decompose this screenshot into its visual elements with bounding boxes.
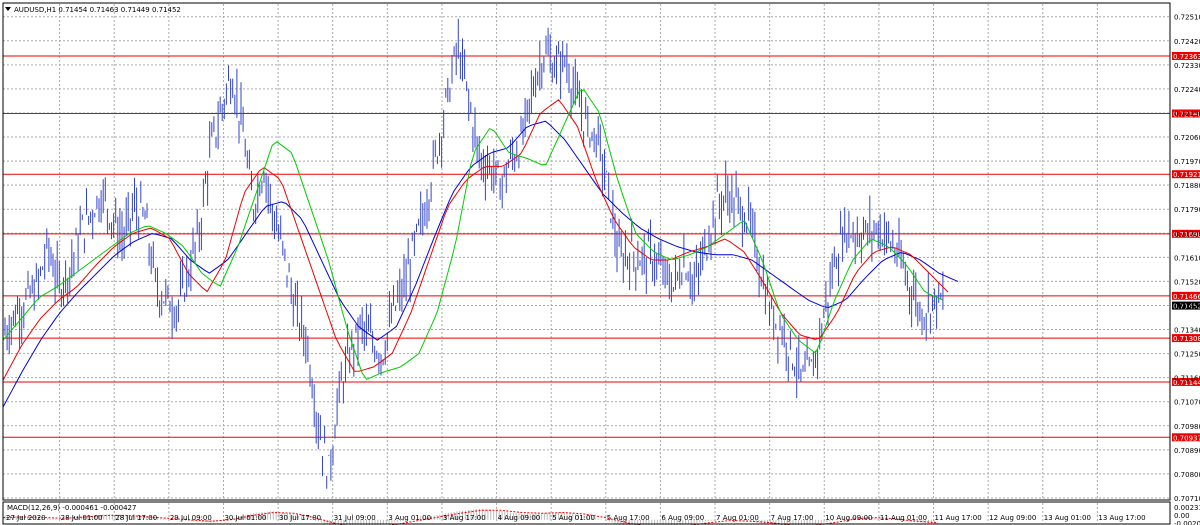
time-tick-label: 3 Aug 01:00	[388, 514, 431, 522]
time-tick-label: 6 Aug 09:00	[661, 514, 704, 522]
time-tick-label: 30 Jul 01:00	[224, 514, 266, 522]
time-tick-label: 31 Jul 09:00	[334, 514, 376, 522]
price-tick-label: 0.72060	[1174, 134, 1200, 142]
price-tick-label: 0.71160	[1174, 375, 1200, 383]
price-tick-label: 0.71520	[1174, 278, 1200, 286]
price-tick-label: 0.70800	[1174, 471, 1200, 479]
time-tick-label: 7 Aug 01:00	[716, 514, 759, 522]
time-tick-label: 7 Aug 17:00	[771, 514, 814, 522]
price-tick-label: 0.71610	[1174, 254, 1200, 262]
price-tick-label: 0.72240	[1174, 86, 1200, 94]
price-tick-label: 0.71970	[1174, 158, 1200, 166]
time-tick-label: 5 Aug 17:00	[607, 514, 650, 522]
time-tick-label: 4 Aug 09:00	[498, 514, 541, 522]
price-tick-label: 0.71430	[1174, 302, 1200, 310]
time-tick-label: 29 Jul 09:00	[170, 514, 212, 522]
price-tick-label: 0.70890	[1174, 447, 1200, 455]
time-tick-label: 13 Aug 17:00	[1098, 514, 1145, 522]
level-tag-label: 0.71921	[1173, 171, 1200, 179]
time-tick-label: 3 Aug 17:00	[443, 514, 486, 522]
price-tick-label: 0.72510	[1174, 14, 1200, 22]
time-tick-label: 13 Aug 01:00	[1044, 514, 1091, 522]
time-tick-label: 30 Jul 17:00	[279, 514, 321, 522]
price-tick-label: 0.72330	[1174, 62, 1200, 70]
level-tag-label: 0.71308	[1173, 335, 1200, 343]
price-tick-label: 0.71790	[1174, 206, 1200, 214]
time-tick-label: 11 Aug 01:00	[880, 514, 927, 522]
macd-tick-label: 0.002315	[1174, 504, 1200, 512]
price-tick-label: 0.71070	[1174, 399, 1200, 407]
time-tick-label: 28 Jul 01:00	[61, 514, 103, 522]
time-tick-label: 28 Jul 17:00	[115, 514, 157, 522]
symbol-header: AUDUSD,H1 0.71454 0.71463 0.71449 0.7145…	[14, 6, 181, 14]
chart-canvas[interactable]: 0.723630.721480.719210.716980.714660.713…	[0, 0, 1200, 525]
level-tag-label: 0.70937	[1173, 434, 1200, 442]
level-tag-label: 0.71466	[1173, 293, 1200, 301]
level-tag-label: 0.72363	[1173, 53, 1200, 61]
price-tick-label: 0.72420	[1174, 38, 1200, 46]
time-tick-label: 5 Aug 01:00	[552, 514, 595, 522]
time-tick-label: 27 Jul 2020	[6, 514, 46, 522]
macd-tick-label: 0.00	[1174, 512, 1190, 520]
chart-window[interactable]: 0.72363 0.72148 0.71921 0.71698 0.71466 0.713…	[0, 0, 1200, 525]
price-tick-label: 0.71250	[1174, 351, 1200, 359]
macd-tick-label: -0.002098	[1174, 520, 1200, 525]
price-tick-label: 0.71340	[1174, 327, 1200, 335]
macd-header: MACD(12,26,9) -0.000461 -0.000427	[7, 504, 136, 512]
time-tick-label: 11 Aug 17:00	[935, 514, 982, 522]
time-tick-label: 10 Aug 09:00	[825, 514, 872, 522]
price-tick-label: 0.72150	[1174, 110, 1200, 118]
price-tick-label: 0.70710	[1174, 495, 1200, 503]
price-tick-label: 0.70980	[1174, 423, 1200, 431]
price-tick-label: 0.71880	[1174, 182, 1200, 190]
time-tick-label: 12 Aug 09:00	[989, 514, 1036, 522]
price-tick-label: 0.71700	[1174, 230, 1200, 238]
